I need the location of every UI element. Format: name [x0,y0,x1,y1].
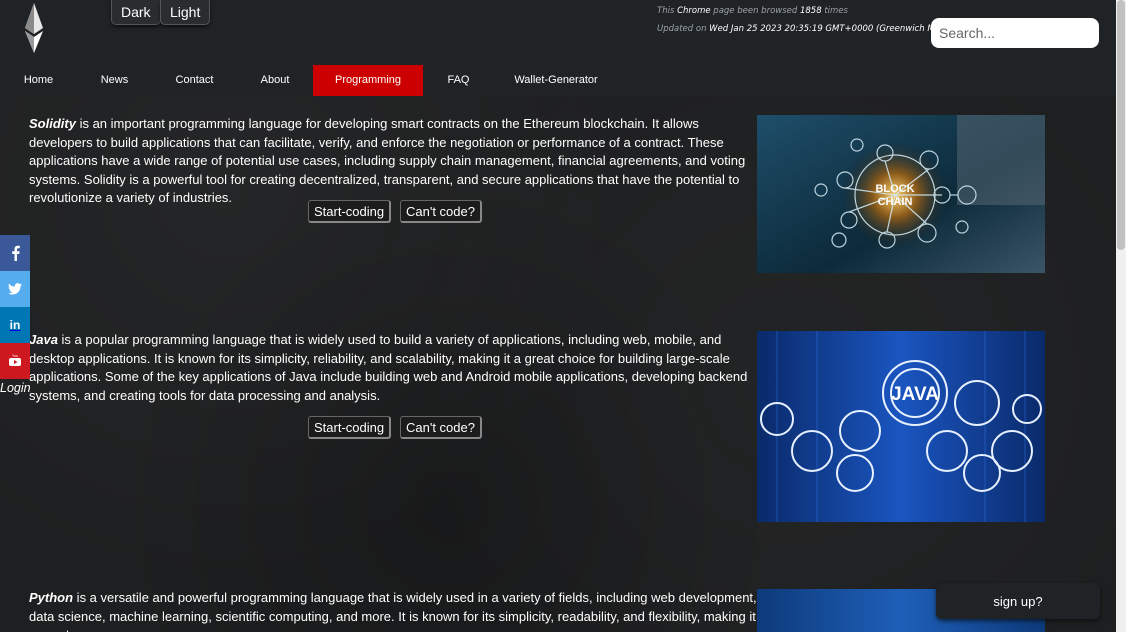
browser-name: Chrome [677,6,711,16]
solidity-description: Solidity is an important programming lan… [29,116,746,205]
signup-button[interactable]: sign up? [936,583,1100,619]
main-nav: Home News Contact About Programming FAQ … [0,65,618,96]
java-image-word: JAVA [891,384,939,405]
top-bar: Dark Light This Chrome page been browsed… [0,0,1116,96]
nav-news[interactable]: News [77,65,152,96]
nav-home[interactable]: Home [0,65,77,96]
dark-theme-button[interactable]: Dark [111,0,161,25]
linkedin-icon: in [9,318,21,332]
facebook-icon [12,245,20,261]
twitter-link[interactable] [0,271,30,307]
nav-wallet-generator[interactable]: Wallet-Generator [494,65,618,96]
java-image: JAVA [757,331,1045,522]
language-name: Solidity [29,116,76,131]
language-name: Python [29,590,74,605]
nav-contact[interactable]: Contact [152,65,237,96]
updated-date: Wed Jan 25 2023 20:35:19 GMT+0000 (Green… [709,24,951,34]
youtube-link[interactable]: You [0,343,30,379]
browse-counter: This Chrome page been browsed 1858 times [657,6,848,16]
scrollbar[interactable] [1116,0,1126,632]
browse-count: 1858 [799,6,822,16]
blockchain-image-word1: BLOCK [875,183,914,195]
solidity-cant-code-button[interactable]: Can't code? [400,200,482,223]
login-link[interactable]: Login [0,381,31,395]
ethereum-logo-icon[interactable] [24,3,44,53]
language-name: Java [29,332,58,347]
java-description: Java is a popular programming language t… [29,332,748,403]
updated-info: Updated on Wed Jan 25 2023 20:35:19 GMT+… [657,24,951,34]
java-start-coding-button[interactable]: Start-coding [308,416,392,439]
svg-text:You: You [12,354,18,358]
blockchain-image-word2: CHAIN [878,196,913,208]
nav-programming[interactable]: Programming [313,65,423,96]
search-input[interactable] [931,18,1099,48]
linkedin-link[interactable]: in [0,307,30,343]
solidity-start-coding-button[interactable]: Start-coding [308,200,392,223]
java-cant-code-button[interactable]: Can't code? [400,416,482,439]
blockchain-image: BLOCK CHAIN [757,115,1045,273]
python-description: Python is a versatile and powerful progr… [29,590,757,632]
facebook-link[interactable] [0,235,30,271]
nav-about[interactable]: About [237,65,313,96]
youtube-icon: You [9,354,21,366]
twitter-icon [8,283,22,295]
scrollbar-thumb[interactable] [1117,0,1125,250]
nav-faq[interactable]: FAQ [423,65,494,96]
light-theme-button[interactable]: Light [160,0,211,25]
